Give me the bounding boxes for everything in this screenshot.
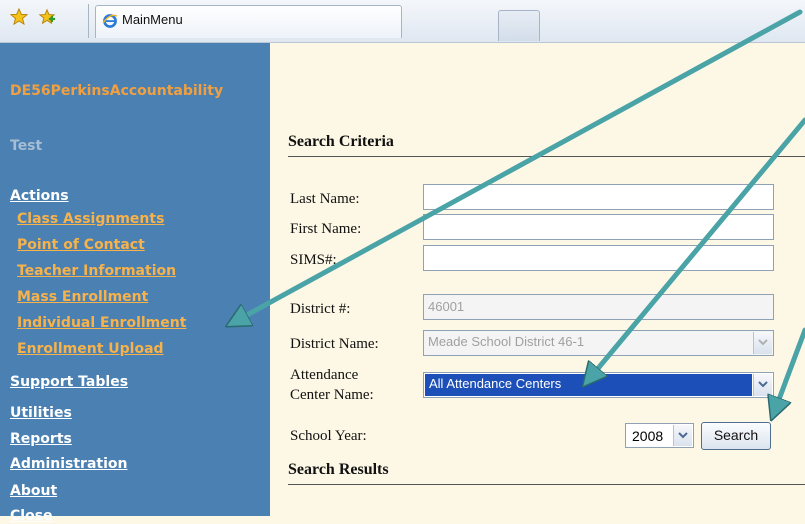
browser-toolbar: MainMenu [0,0,805,43]
chevron-down-icon [753,332,772,354]
sidebar-item-administration[interactable]: Administration [10,456,127,472]
district-number-input: 46001 [423,294,774,320]
district-name-label: District Name: [290,336,379,352]
attendance-center-value: All Attendance Centers [425,374,752,396]
toolbar-separator [88,4,89,38]
sims-input[interactable] [423,245,774,271]
sidebar-item-reports[interactable]: Reports [10,431,72,447]
new-tab-button[interactable] [498,10,540,41]
app-name: DE56PerkinsAccountability [10,83,224,99]
favorites-star-icon[interactable] [10,8,28,26]
district-name-value: Meade School District 46-1 [428,334,585,349]
criteria-divider [288,156,805,157]
sidebar-item-class-assignments[interactable]: Class Assignments [17,211,164,227]
first-name-label: First Name: [290,221,362,237]
sidebar-item-about[interactable]: About [10,483,57,499]
chevron-down-icon[interactable] [673,425,692,446]
sidebar-item-enrollment-upload[interactable]: Enrollment Upload [17,341,164,357]
browser-tab-mainmenu[interactable]: MainMenu [95,5,402,38]
sidebar-item-close[interactable]: Close [10,508,53,524]
ie-page-icon [102,14,118,28]
search-button[interactable]: Search [701,422,771,450]
last-name-input[interactable] [423,184,774,210]
environment-label: Test [10,138,43,154]
school-year-select[interactable]: 2008 [625,423,694,448]
first-name-input[interactable] [423,214,774,240]
sidebar-item-utilities[interactable]: Utilities [10,405,72,421]
sidebar-item-mass-enrollment[interactable]: Mass Enrollment [17,289,148,305]
sims-label: SIMS#: [290,252,337,268]
attendance-center-label-line1: Attendance [290,367,359,383]
sidebar: DE56PerkinsAccountability Test Actions C… [0,43,270,524]
sidebar-item-point-of-contact[interactable]: Point of Contact [17,237,145,253]
main-panel: Search Criteria Last Name: First Name: S… [270,43,805,516]
school-year-label: School Year: [290,428,367,444]
sidebar-item-teacher-information[interactable]: Teacher Information [17,263,176,279]
last-name-label: Last Name: [290,191,360,207]
attendance-center-select[interactable]: All Attendance Centers [423,372,774,398]
district-name-select: Meade School District 46-1 [423,330,774,356]
sidebar-item-actions[interactable]: Actions [10,188,69,204]
add-favorites-icon[interactable] [38,8,56,26]
search-results-heading: Search Results [288,461,389,478]
tab-title: MainMenu [122,12,183,27]
school-year-value: 2008 [632,428,664,444]
sidebar-item-individual-enrollment[interactable]: Individual Enrollment [17,315,186,331]
chevron-down-icon[interactable] [753,374,772,396]
results-divider [288,484,805,485]
district-number-label: District #: [290,301,351,317]
attendance-center-label-line2: Center Name: [290,387,374,403]
sidebar-item-support-tables[interactable]: Support Tables [10,374,128,390]
search-criteria-heading: Search Criteria [288,133,394,150]
